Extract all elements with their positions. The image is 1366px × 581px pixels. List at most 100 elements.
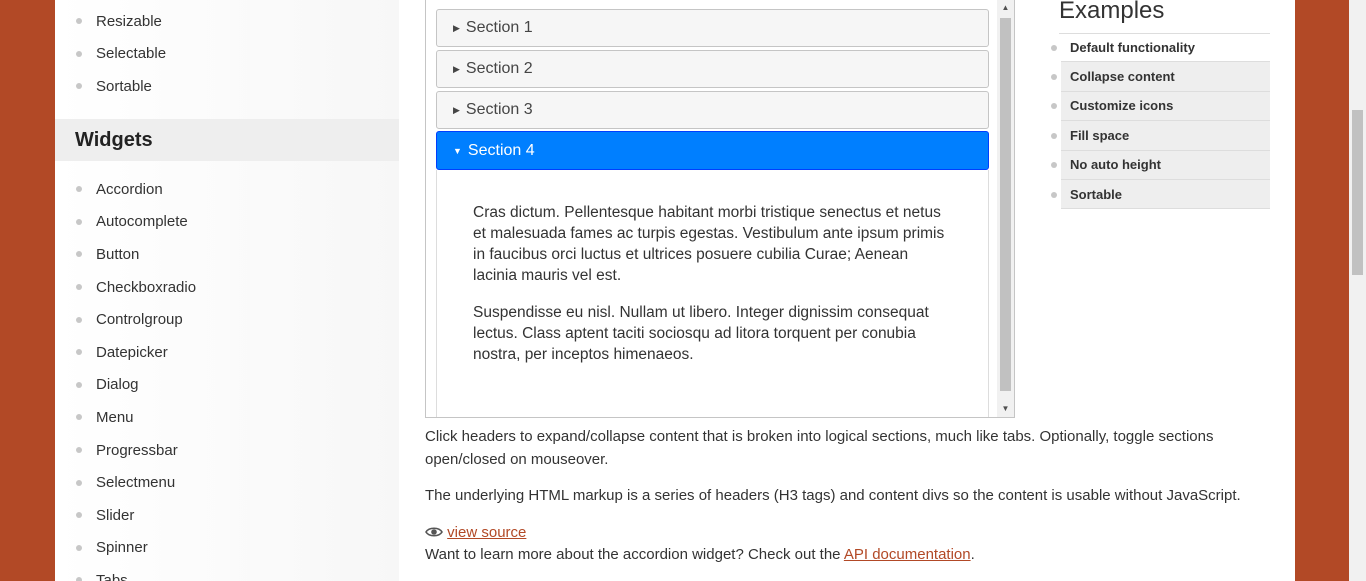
sidebar-item-label: Selectable (96, 45, 167, 63)
examples-title: Examples (1059, 0, 1270, 34)
example-label: No auto height (1061, 150, 1270, 180)
example-label: Collapse content (1061, 62, 1270, 92)
sidebar-item-label: Tabs (96, 571, 128, 581)
sidebar-item-label: Resizable (96, 12, 162, 30)
sidebar-item-label: Controlgroup (96, 311, 183, 329)
bullet-icon (76, 284, 82, 291)
triangle-down-icon: ▼ (453, 145, 462, 156)
example-item-fill-space[interactable]: Fill space (1050, 121, 1270, 151)
example-item-default-functionality[interactable]: Default functionality (1050, 33, 1270, 63)
sidebar-item-resizable[interactable]: Resizable (55, 5, 399, 38)
accordion-header-label: Section 3 (465, 101, 533, 118)
sidebar: Resizable Selectable Sortable Widgets Ac… (55, 0, 399, 581)
bullet-icon (76, 479, 82, 486)
sidebar-widgets-list: Accordion Autocomplete Button Checkboxra… (55, 173, 399, 581)
sidebar-item-checkboxradio[interactable]: Checkboxradio (55, 271, 399, 304)
api-documentation-link[interactable]: API documentation (844, 546, 971, 563)
demo-frame: ▶ Section 1 ▶ Section 2 ▶ Section 3 ▼ Se… (425, 0, 1015, 418)
bullet-icon (1051, 74, 1057, 81)
bullet-icon (1051, 103, 1057, 110)
bullet-icon (1051, 44, 1057, 51)
panel-paragraph: Suspendisse eu nisl. Nullam ut libero. I… (473, 304, 929, 363)
sidebar-item-autocomplete[interactable]: Autocomplete (55, 206, 399, 239)
accordion-panel: Cras dictum. Pellentesque habitant morbi… (436, 170, 989, 417)
sidebar-item-label: Autocomplete (96, 213, 188, 231)
example-label: Default functionality (1061, 33, 1270, 63)
sidebar-item-sortable[interactable]: Sortable (55, 70, 399, 103)
bullet-icon (76, 512, 82, 519)
triangle-right-icon: ▶ (453, 63, 460, 74)
bullet-icon (76, 414, 82, 421)
frame-scrollbar[interactable]: ▲ ▼ (997, 0, 1014, 417)
sidebar-item-label: Progressbar (96, 441, 178, 459)
widgets-heading: Widgets (55, 119, 399, 161)
example-item-collapse-content[interactable]: Collapse content (1050, 62, 1270, 92)
panel-paragraph: Cras dictum. Pellentesque habitant morbi… (473, 204, 945, 284)
bullet-icon (76, 251, 82, 258)
sidebar-item-button[interactable]: Button (55, 238, 399, 271)
view-source[interactable]: view source (425, 524, 526, 541)
bullet-icon (1051, 162, 1057, 169)
accordion-header-section-2[interactable]: ▶ Section 2 (436, 50, 989, 88)
bullet-icon (76, 381, 82, 388)
eye-icon (425, 527, 443, 537)
example-item-sortable[interactable]: Sortable (1050, 179, 1270, 210)
sidebar-item-label: Sortable (96, 77, 152, 95)
description-paragraph: The underlying HTML markup is a series o… (425, 487, 1241, 504)
example-item-customize-icons[interactable]: Customize icons (1050, 91, 1270, 122)
example-item-no-auto-height[interactable]: No auto height (1050, 150, 1270, 180)
bullet-icon (76, 186, 82, 193)
scrollbar-thumb[interactable] (1000, 18, 1011, 391)
bullet-icon (76, 447, 82, 454)
sidebar-item-label: Dialog (96, 376, 139, 394)
bullet-icon (76, 577, 82, 581)
accordion-header-label: Section 2 (465, 60, 533, 77)
bullet-icon (76, 316, 82, 323)
accordion-header-section-4[interactable]: ▼ Section 4 (436, 131, 989, 170)
learn-more: Want to learn more about the accordion w… (425, 546, 975, 563)
sidebar-item-label: Datepicker (96, 343, 168, 361)
bullet-icon (76, 218, 82, 225)
example-label: Fill space (1061, 121, 1270, 151)
sidebar-top-list: Resizable Selectable Sortable (55, 5, 399, 103)
learn-more-suffix: . (970, 546, 975, 563)
bullet-icon (1051, 132, 1057, 139)
accordion-header-section-3[interactable]: ▶ Section 3 (436, 91, 989, 129)
page: Resizable Selectable Sortable Widgets Ac… (55, 0, 1295, 581)
bullet-icon (76, 18, 82, 25)
sidebar-item-accordion[interactable]: Accordion (55, 173, 399, 206)
examples-list: Default functionality Collapse content C… (1050, 33, 1270, 210)
scroll-down-icon[interactable]: ▼ (997, 401, 1014, 417)
sidebar-item-label: Slider (96, 506, 135, 524)
bullet-icon (76, 544, 82, 551)
sidebar-item-label: Button (96, 245, 140, 263)
sidebar-item-label: Selectmenu (96, 474, 176, 492)
page-scrollbar-thumb[interactable] (1352, 110, 1363, 275)
triangle-right-icon: ▶ (453, 104, 460, 115)
sidebar-item-selectable[interactable]: Selectable (55, 38, 399, 71)
sidebar-item-spinner[interactable]: Spinner (55, 532, 399, 565)
example-label: Sortable (1061, 179, 1270, 210)
description-paragraph: Click headers to expand/collapse content… (425, 428, 1214, 468)
sidebar-item-progressbar[interactable]: Progressbar (55, 434, 399, 467)
description: Click headers to expand/collapse content… (425, 425, 1265, 520)
sidebar-item-label: Accordion (96, 180, 163, 198)
accordion-header-section-1[interactable]: ▶ Section 1 (436, 9, 989, 47)
sidebar-item-label: Checkboxradio (96, 278, 197, 296)
sidebar-item-slider[interactable]: Slider (55, 499, 399, 532)
accordion-header-label: Section 1 (465, 19, 533, 36)
bullet-icon (76, 349, 82, 356)
sidebar-item-menu[interactable]: Menu (55, 401, 399, 434)
view-source-link[interactable]: view source (447, 524, 526, 541)
scroll-up-icon[interactable]: ▲ (997, 0, 1014, 16)
sidebar-item-datepicker[interactable]: Datepicker (55, 336, 399, 369)
sidebar-item-dialog[interactable]: Dialog (55, 369, 399, 402)
sidebar-item-tabs[interactable]: Tabs (55, 564, 399, 581)
bullet-icon (1051, 191, 1057, 198)
page-scrollbar[interactable] (1349, 0, 1366, 581)
example-label: Customize icons (1061, 91, 1270, 122)
sidebar-item-selectmenu[interactable]: Selectmenu (55, 466, 399, 499)
sidebar-item-controlgroup[interactable]: Controlgroup (55, 303, 399, 336)
triangle-right-icon: ▶ (453, 22, 460, 33)
sidebar-item-label: Menu (96, 408, 134, 426)
